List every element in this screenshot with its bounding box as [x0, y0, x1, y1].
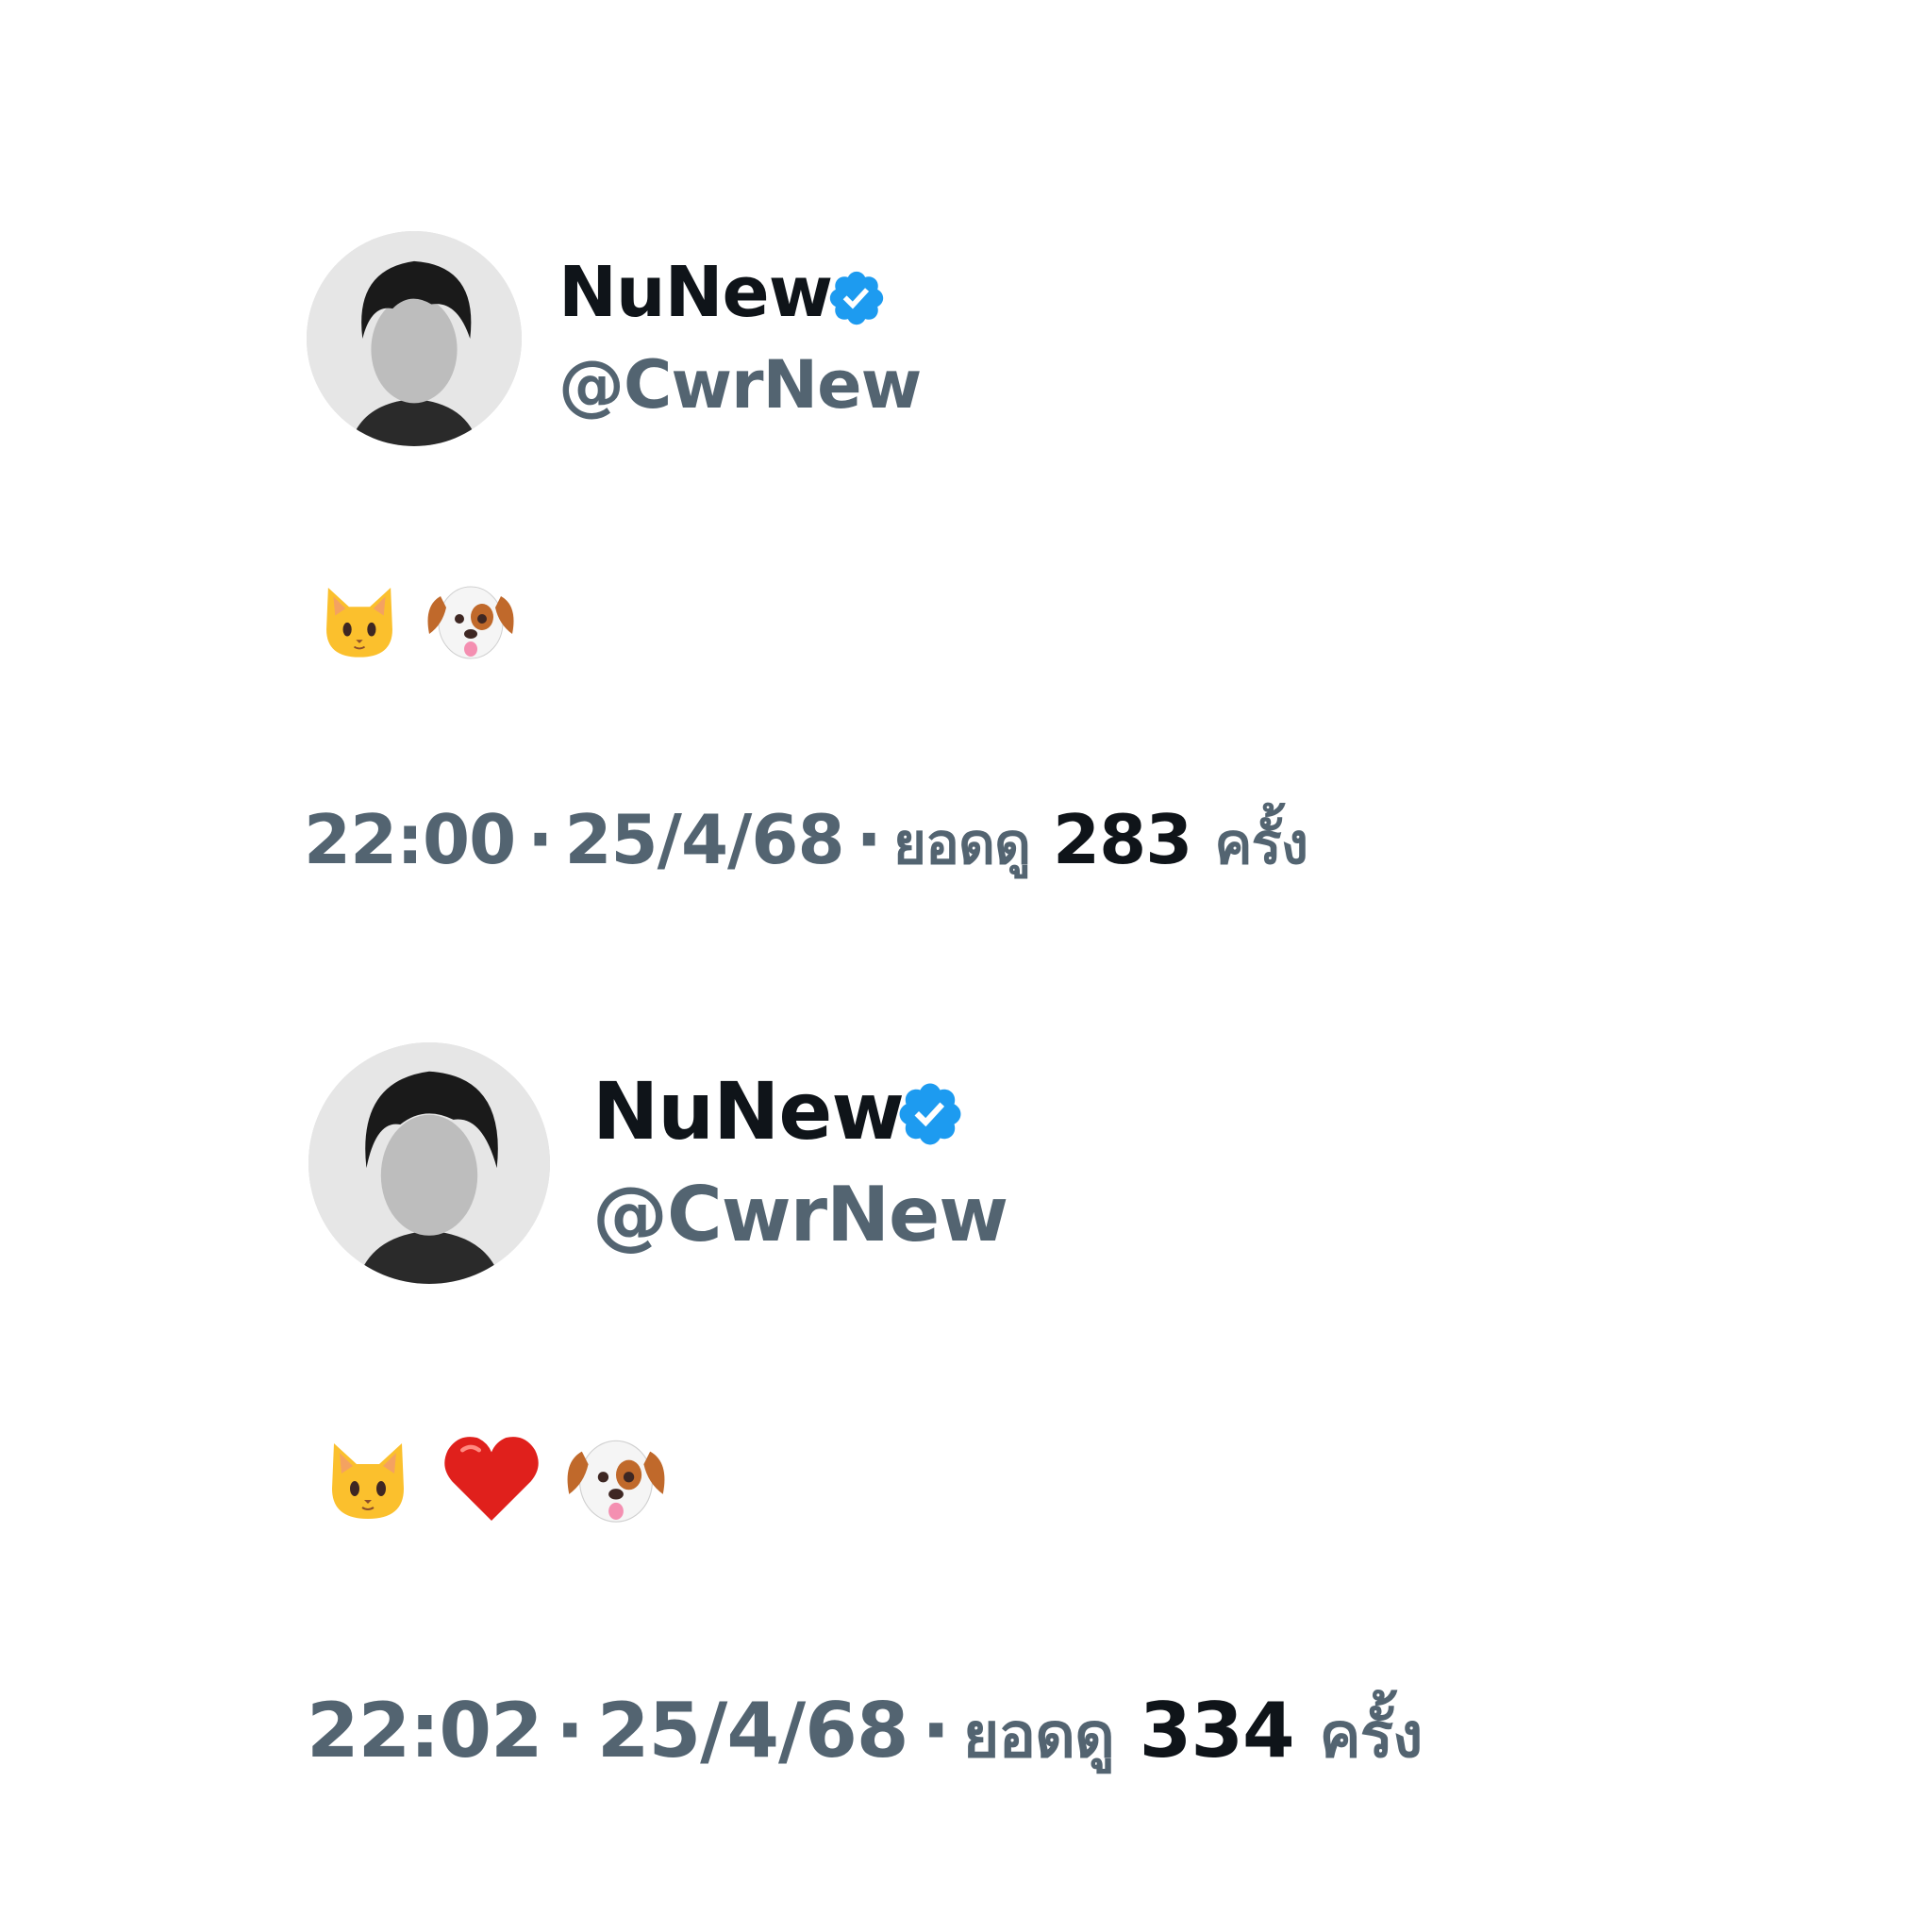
handle[interactable]: @CwrNew: [592, 1170, 1008, 1260]
tweet-date[interactable]: 25/4/68: [597, 1687, 909, 1774]
red-heart-icon: [440, 1427, 543, 1531]
avatar-photo-icon: [308, 1042, 550, 1284]
verified-badge-icon: [894, 1078, 966, 1150]
separator-dot: ·: [921, 1687, 950, 1774]
avatar[interactable]: [308, 1042, 550, 1284]
views-suffix: ครั้ง: [1319, 1699, 1424, 1772]
cat-face-icon: [321, 1432, 415, 1526]
separator-dot: ·: [556, 1687, 584, 1774]
tweet-2: NuNew @CwrNew 22:02 · 25/4/68 · ยอดดู 33…: [0, 0, 1932, 1932]
dog-face-icon: [562, 1430, 670, 1528]
tweet-text: [321, 1426, 670, 1532]
tweet-meta: 22:02 · 25/4/68 · ยอดดู 334 ครั้ง: [307, 1684, 1424, 1783]
views-label: ยอดดู: [962, 1699, 1115, 1772]
display-name[interactable]: NuNew: [592, 1064, 905, 1158]
views-count[interactable]: 334: [1140, 1687, 1295, 1774]
tweet-time[interactable]: 22:02: [307, 1687, 543, 1774]
